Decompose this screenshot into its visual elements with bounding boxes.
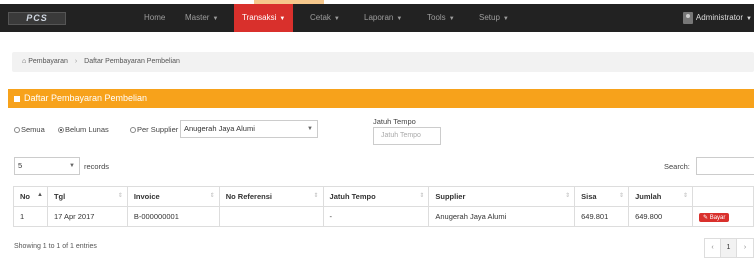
app-logo[interactable]: PCS [8,12,66,25]
nav-transaksi-label: Transaksi [242,13,277,22]
cell-jatuh-tempo: - [322,206,430,227]
chevron-down-icon: ▼ [396,16,403,22]
col-sisa[interactable]: Sisa ⇕ [574,186,630,207]
nav-transaksi[interactable]: Transaksi ▼ [234,4,294,32]
col-supplier[interactable]: Supplier ⇕ [428,186,576,207]
nav-master[interactable]: Master ▼ [185,4,218,32]
col-action [691,186,754,207]
table-row: 1 17 Apr 2017 B-000000001 - Anugerah Jay… [13,206,754,227]
records-label: records [84,162,110,171]
cell-action: ✎ Bayar [691,206,754,227]
col-no-referensi-label: No Referensi [225,192,272,201]
cell-invoice: B-000000001 [126,206,220,227]
sort-icon: ⇕ [419,193,425,199]
chevron-down-icon: ▼ [69,163,75,169]
cell-supplier: Anugerah Jaya Alumi [428,206,576,227]
nav-home[interactable]: Home [144,4,165,32]
panel-header: Daftar Pembayaran Pembelian [8,89,754,108]
cell-jumlah: 649.800 [628,206,693,227]
col-no-referensi[interactable]: No Referensi ⇕ [218,186,324,207]
prev-page-button[interactable]: ‹ [705,239,721,257]
entries-info: Showing 1 to 1 of 1 entries [14,243,97,250]
nav-setup[interactable]: Setup ▼ [479,4,509,32]
user-icon [682,11,693,24]
radio-per-supplier[interactable]: Per Supplier [130,125,178,134]
breadcrumb-pembayaran[interactable]: Pembayaran [28,58,68,65]
nav-setup-label: Setup [479,13,500,22]
cell-no-referensi [218,206,324,227]
radio-belum-lunas[interactable]: Belum Lunas [58,125,109,134]
user-name: Administrator [695,13,744,22]
col-jumlah-label: Jumlah [635,192,662,201]
chevron-down-icon: ▼ [333,16,340,22]
radio-semua-label: Semua [21,125,45,134]
col-invoice-label: Invoice [133,192,160,201]
chevron-down-icon: ▼ [212,16,219,22]
breadcrumb-separator-icon: › [74,58,78,65]
col-no-label: No [20,192,30,201]
breadcrumb: ⌂ Pembayaran › Daftar Pembayaran Pembeli… [12,52,754,72]
search-input[interactable] [696,157,754,175]
cell-no: 1 [13,206,48,227]
bayar-button[interactable]: ✎ Bayar [698,212,730,222]
nav-cetak[interactable]: Cetak ▼ [310,4,340,32]
col-tgl-label: Tgl [53,192,66,201]
col-sisa-label: Sisa [581,192,597,201]
radio-belum-lunas-label: Belum Lunas [65,125,109,134]
col-jatuh-tempo-label: Jatuh Tempo [329,192,376,201]
col-no[interactable]: No ▲ [13,186,48,207]
navbar: PCS Home Master ▼ Transaksi ▼ Cetak ▼ Lapor… [0,4,754,32]
chevron-down-icon: ▼ [502,16,509,22]
radio-semua[interactable]: Semua [14,125,45,134]
nav-master-label: Master [185,13,210,22]
supplier-select-value: Anugerah Jaya Alumi [184,124,255,133]
jatuh-tempo-input[interactable]: Jatuh Tempo [373,127,441,145]
nav-home-label: Home [144,13,166,22]
bayar-button-label: Bayar [709,214,726,221]
sort-icon: ⇕ [313,193,319,199]
sort-asc-icon: ▲ [37,192,43,198]
nav-tools[interactable]: Tools ▼ [427,4,455,32]
square-icon [14,95,20,102]
pagination: ‹ 1 › [704,238,754,258]
next-page-button[interactable]: › [737,239,753,257]
chevron-down-icon: ▼ [279,16,286,22]
radio-per-supplier-label: Per Supplier [137,125,179,134]
sort-icon: ⇕ [117,193,123,199]
nav-laporan[interactable]: Laporan ▼ [364,4,402,32]
supplier-select[interactable]: Anugerah Jaya Alumi ▼ [180,120,318,138]
chevron-down-icon: ▼ [307,126,313,132]
payments-table: No ▲ Tgl ⇕ Invoice ⇕ No Referensi ⇕ Jatuh Te… [13,186,754,227]
breadcrumb-current: Daftar Pembayaran Pembelian [84,58,180,65]
table-header-row: No ▲ Tgl ⇕ Invoice ⇕ No Referensi ⇕ Jatuh Te… [13,186,754,207]
radio-circle-icon [14,127,20,133]
col-jumlah[interactable]: Jumlah ⇕ [628,186,693,207]
nav-laporan-label: Laporan [364,13,394,22]
radio-circle-icon [130,127,136,133]
nav-cetak-label: Cetak [310,13,331,22]
user-menu[interactable]: Administrator ▼ [682,4,752,32]
col-invoice[interactable]: Invoice ⇕ [126,186,220,207]
sort-icon: ⇕ [619,193,625,199]
sort-icon: ⇕ [565,193,571,199]
col-tgl[interactable]: Tgl ⇕ [46,186,128,207]
sort-icon: ⇕ [209,193,215,199]
page-1-button[interactable]: 1 [721,239,737,257]
search-label: Search: [664,162,690,171]
chevron-down-icon: ▼ [746,16,752,22]
col-supplier-label: Supplier [435,192,466,201]
home-icon[interactable]: ⌂ [22,58,26,65]
radio-checked-icon [58,127,64,133]
cell-sisa: 649.801 [574,206,630,227]
chevron-down-icon: ▼ [448,16,455,22]
sort-icon: ⇕ [682,193,688,199]
jatuh-tempo-label: Jatuh Tempo [373,117,416,126]
nav-tools-label: Tools [427,13,446,22]
cell-tgl: 17 Apr 2017 [46,206,128,227]
records-length-value: 5 [18,161,23,170]
records-length-select[interactable]: 5 ▼ [14,157,80,175]
edit-icon: ✎ [702,214,709,221]
col-jatuh-tempo[interactable]: Jatuh Tempo ⇕ [322,186,430,207]
panel-title: Daftar Pembayaran Pembelian [24,93,148,103]
